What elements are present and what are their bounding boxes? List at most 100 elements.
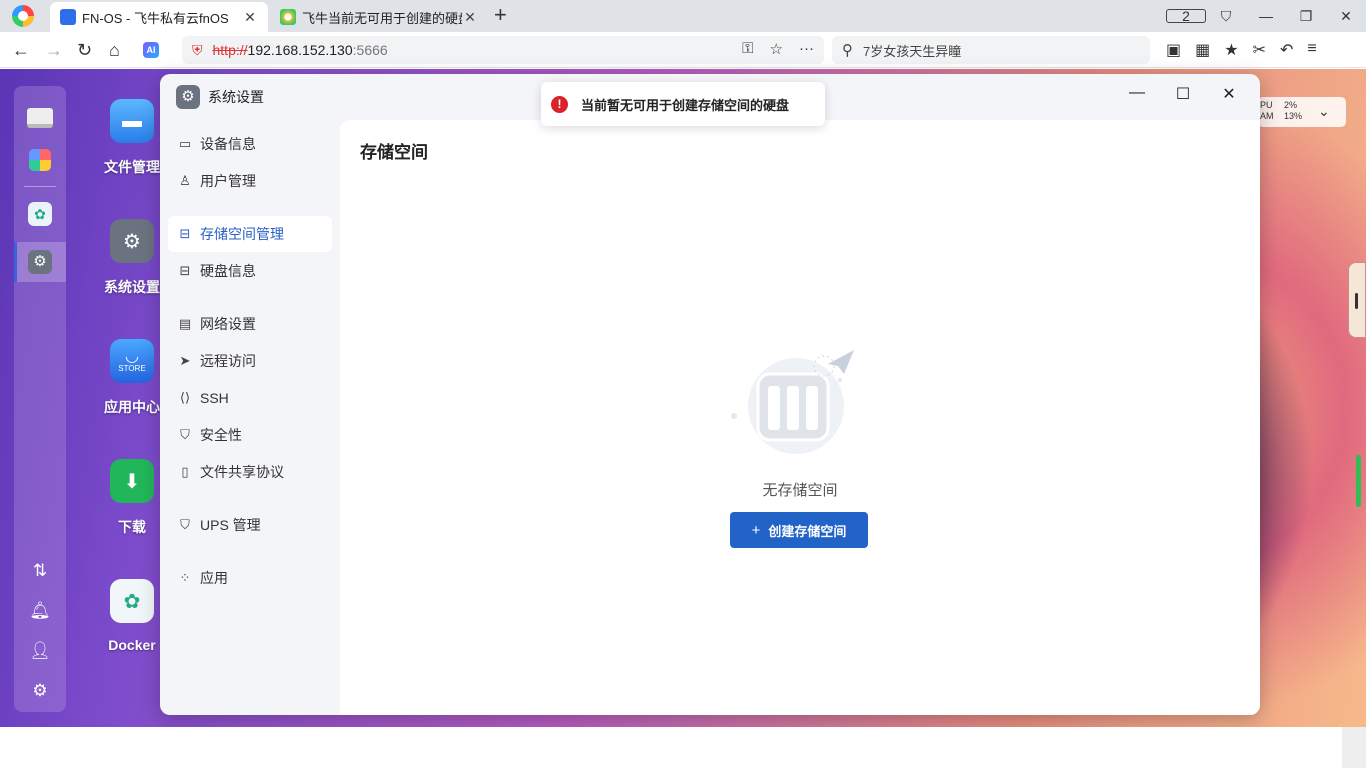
address-bar[interactable]: ⛨ http:// 192.168.152.130 :5666 ⚿ ☆ ···: [182, 36, 824, 64]
apps-grid-icon[interactable]: ▦: [1195, 40, 1210, 60]
gear-icon[interactable]: ⚙: [24, 675, 56, 707]
reader-icon[interactable]: ▣: [1166, 40, 1181, 60]
cpu-value: 2%: [1284, 100, 1298, 110]
page-bottom-area: [0, 727, 1342, 768]
docker-icon: ✿: [110, 579, 154, 623]
ai-button[interactable]: AI: [143, 42, 159, 58]
more-icon[interactable]: ···: [799, 40, 814, 58]
shield-icon: ⛉: [180, 427, 190, 442]
desktop-icon-label: 应用中心: [104, 399, 160, 415]
shirt-icon[interactable]: ⛉: [1206, 8, 1246, 25]
dock-divider: [24, 186, 56, 187]
nav-file-sharing[interactable]: ▯ 文件共享协议: [168, 454, 332, 490]
home-button[interactable]: ⌂: [109, 39, 120, 61]
nav-apps[interactable]: ⁘ 应用: [168, 560, 332, 596]
nav-user-management[interactable]: ♙ 用户管理: [168, 163, 332, 199]
user-icon: ♙: [179, 173, 191, 188]
forward-button[interactable]: →: [45, 39, 63, 61]
error-icon: !: [551, 95, 568, 113]
nav-storage-management[interactable]: ⊟ 存储空间管理: [168, 216, 332, 252]
error-toast: ! 当前暂无可用于创建存储空间的硬盘: [541, 82, 825, 126]
tab-title: 飞牛当前无可用于创建的硬盘: [302, 10, 462, 26]
plus-icon: +: [751, 521, 761, 539]
tab-count-button[interactable]: 2: [1166, 8, 1206, 24]
download-icon: ⬇: [110, 459, 154, 503]
tab-search[interactable]: 飞牛当前无可用于创建的硬盘 ✕: [270, 2, 488, 32]
new-tab-button[interactable]: +: [494, 4, 507, 26]
url-actions: ⚿ ☆ ···: [742, 40, 814, 58]
search-favicon-icon: [280, 9, 296, 25]
desktop-icon-label: 文件管理: [104, 159, 160, 175]
nav-ups-management[interactable]: ⛉ UPS 管理: [168, 507, 332, 543]
storage-icon: ⊟: [179, 226, 191, 241]
url-host: 192.168.152.130: [247, 42, 353, 58]
reload-button[interactable]: ↻: [77, 39, 92, 61]
nav-device-info[interactable]: ▭ 设备信息: [168, 126, 332, 162]
desktop-icon-label: 下载: [118, 519, 146, 535]
scissors-icon[interactable]: ✂: [1253, 40, 1266, 60]
create-storage-label: 创建存储空间: [768, 523, 847, 539]
desktop-icon-settings[interactable]: ⚙ 系统设置: [100, 219, 164, 297]
file-icon: ▯: [181, 464, 189, 479]
monitor-icon[interactable]: [24, 102, 56, 134]
nav-security[interactable]: ⛉ 安全性: [168, 417, 332, 453]
nav-ssh[interactable]: ⟨⟩ SSH: [168, 380, 332, 416]
folder-icon: ▬: [110, 99, 154, 143]
create-storage-button[interactable]: + 创建存储空间: [730, 512, 868, 548]
browser-logo-icon[interactable]: [12, 5, 34, 27]
nav-disk-info[interactable]: ⊟ 硬盘信息: [168, 253, 332, 289]
insecure-icon[interactable]: ⛨: [192, 42, 203, 59]
fnos-favicon-icon: [60, 9, 76, 25]
chevron-down-icon[interactable]: ⌄: [1318, 103, 1330, 120]
bell-icon[interactable]: 🔔︎: [24, 595, 56, 627]
close-button[interactable]: ✕: [1206, 84, 1252, 104]
favorites-icon[interactable]: ★: [1224, 40, 1238, 60]
transfer-icon[interactable]: ⇅: [24, 555, 56, 587]
app-grid-icon[interactable]: [24, 144, 56, 176]
nav-network-settings[interactable]: ▤ 网络设置: [168, 306, 332, 342]
user-icon[interactable]: 👤︎: [24, 635, 56, 667]
ups-icon: ⛉: [180, 517, 190, 532]
desktop-icon-download[interactable]: ⬇ 下载: [100, 459, 164, 537]
close-tab-icon[interactable]: ✕: [462, 9, 478, 26]
desktop-icon-store[interactable]: ◡ STORE 应用中心: [100, 339, 164, 417]
desktop-icon-docker[interactable]: ✿ Docker: [100, 579, 164, 653]
docker-dock-icon[interactable]: ✿: [24, 198, 56, 230]
back-button[interactable]: ←: [12, 39, 30, 61]
undo-icon[interactable]: ↶: [1280, 40, 1293, 60]
window-title-bar: ⚙ 系统设置: [176, 85, 264, 109]
star-icon[interactable]: ☆: [770, 40, 783, 58]
minimize-icon[interactable]: —: [1246, 8, 1286, 24]
desktop-icon-label: Docker: [108, 637, 156, 653]
sysmon-values: 2% 13%: [1284, 100, 1302, 122]
desktop-icon-label: 系统设置: [104, 279, 160, 295]
window-title: 系统设置: [208, 89, 264, 105]
browser-toolbar: ← → ↻ ⌂ AI ⛨ http:// 192.168.152.130 :56…: [0, 32, 1366, 68]
url-scheme: http://: [212, 42, 248, 58]
close-window-icon[interactable]: ✕: [1326, 8, 1366, 25]
restore-icon[interactable]: ❐: [1286, 8, 1326, 25]
system-monitor-widget[interactable]: PU AM 2% 13% ⌄: [1258, 97, 1346, 127]
sysmon-labels: PU AM: [1260, 100, 1274, 121]
search-text: 7岁女孩天生异瞳: [863, 43, 962, 59]
settings-gear-icon: ⚙: [110, 219, 154, 263]
window-controls: 2 ⛉ — ❐ ✕: [1166, 0, 1366, 32]
storage-content-panel: 存储空间 无存储空间 + 创建存储空间: [340, 120, 1260, 715]
apps-icon: ⁘: [179, 570, 191, 585]
close-tab-icon[interactable]: ✕: [242, 9, 258, 26]
scroll-indicator: [1356, 455, 1361, 507]
menu-icon[interactable]: ≡: [1307, 40, 1316, 60]
minimize-button[interactable]: —: [1114, 84, 1160, 104]
nav-remote-access[interactable]: ➤ 远程访问: [168, 343, 332, 379]
desktop-icon-files[interactable]: ▬ 文件管理: [100, 99, 164, 177]
side-handle[interactable]: [1348, 262, 1366, 338]
send-icon: ➤: [179, 353, 191, 368]
tab-fnos[interactable]: FN-OS - 飞牛私有云fnOS ✕: [50, 2, 268, 32]
settings-dock-icon[interactable]: ⚙: [24, 246, 56, 278]
dock: ✿ ⚙ ⇅ 🔔︎ 👤︎ ⚙: [14, 86, 66, 712]
key-icon[interactable]: ⚿: [742, 40, 753, 58]
search-input[interactable]: ⚲ 7岁女孩天生异瞳: [832, 36, 1150, 64]
maximize-button[interactable]: ☐: [1160, 84, 1206, 104]
empty-storage-illustration: [731, 350, 854, 454]
browser-tab-bar: FN-OS - 飞牛私有云fnOS ✕ 飞牛当前无可用于创建的硬盘 ✕ + 2 …: [0, 0, 1366, 32]
